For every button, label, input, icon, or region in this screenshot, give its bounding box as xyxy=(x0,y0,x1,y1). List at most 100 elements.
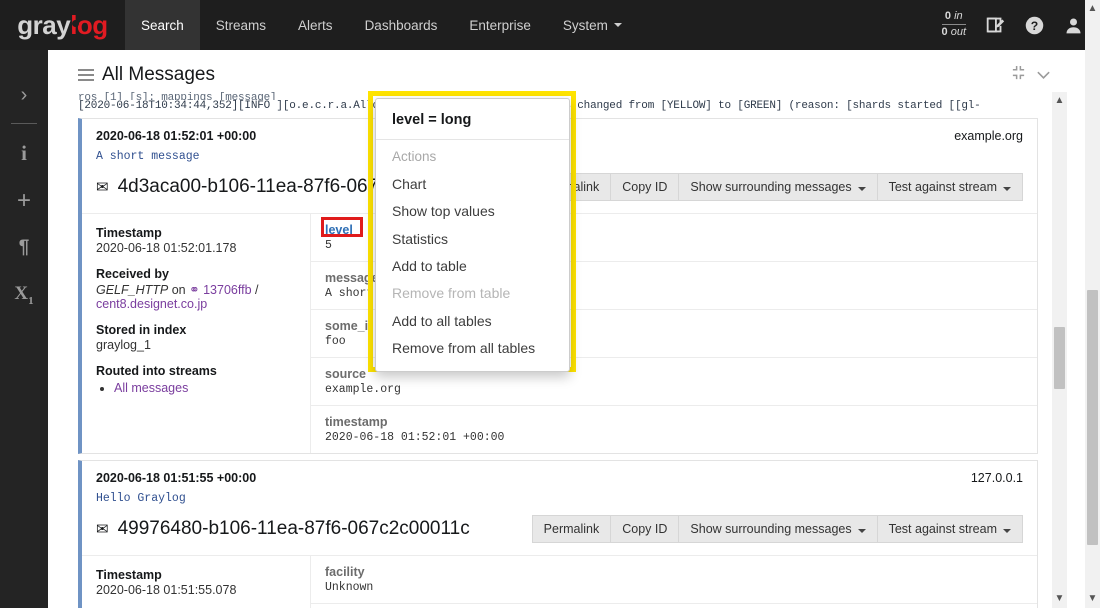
meta-timestamp-label: Timestamp xyxy=(96,226,162,240)
field-actions-menu: level = long Actions Chart Show top valu… xyxy=(375,98,570,372)
scroll-down-arrow-icon[interactable]: ▼ xyxy=(1052,592,1067,606)
menu-item-chart[interactable]: Chart xyxy=(376,171,569,198)
test-against-stream-button[interactable]: Test against stream xyxy=(876,173,1023,201)
navbar-right: 0 in 0 out ? xyxy=(941,0,1100,50)
field-row-facility: facility Unknown xyxy=(311,556,1037,604)
meta-timestamp-value: 2020-06-18 01:52:01.178 xyxy=(96,241,237,255)
show-surrounding-messages-button[interactable]: Show surrounding messages xyxy=(678,515,877,543)
message-short-text: Hello Graylog xyxy=(96,492,186,505)
show-surrounding-messages-button[interactable]: Show surrounding messages xyxy=(678,173,877,201)
meta-received-by-label: Received by xyxy=(96,267,169,281)
nav-item-system[interactable]: System xyxy=(547,0,638,50)
info-icon[interactable]: i xyxy=(0,130,48,177)
expand-sidebar-glyph: › xyxy=(20,84,28,106)
plus-icon[interactable]: + xyxy=(0,177,48,224)
meta-received-by-value: GELF_HTTP on ⚭ 13706ffb / cent8.designet… xyxy=(96,283,259,311)
menu-item-remove-from-all-tables[interactable]: Remove from all tables xyxy=(376,335,569,362)
meta-routed-streams-label: Routed into streams xyxy=(96,364,217,378)
field-name-facility[interactable]: facility xyxy=(325,565,1023,579)
user-icon[interactable] xyxy=(1063,15,1084,36)
message-timestamp: 2020-06-18 01:51:55 +00:00 xyxy=(96,471,257,485)
host-link[interactable]: cent8.designet.co.jp xyxy=(96,297,207,311)
chevron-down-icon xyxy=(857,187,866,191)
message-id-text: 4d3aca00-b106-11ea-87f6-067 xyxy=(117,176,379,197)
meta-timestamp: Timestamp 2020-06-18 01:52:01.178 xyxy=(96,226,296,255)
envelope-icon: ✉ xyxy=(96,521,109,538)
help-icon[interactable]: ? xyxy=(1024,15,1045,36)
scroll-up-arrow-icon[interactable]: ▲ xyxy=(1052,94,1067,108)
menu-item-statistics[interactable]: Statistics xyxy=(376,226,569,253)
on-text: on xyxy=(171,283,186,297)
copy-id-button[interactable]: Copy ID xyxy=(610,173,679,201)
test-against-stream-button[interactable]: Test against stream xyxy=(876,515,1023,543)
message-metadata: Timestamp 2020-06-18 01:51:55.078 Receiv… xyxy=(82,556,310,608)
meta-routed-streams: Routed into streams All messages xyxy=(96,364,296,395)
svg-text:?: ? xyxy=(1031,18,1038,32)
meta-stored-index-label: Stored in index xyxy=(96,323,187,337)
field-name-timestamp[interactable]: timestamp xyxy=(325,415,1023,429)
chevron-down-icon xyxy=(1003,187,1011,191)
message-actions: Permalink Copy ID Show surrounding messa… xyxy=(531,173,1023,201)
compress-icon[interactable] xyxy=(1011,65,1026,85)
test-stream-label: Test against stream xyxy=(888,522,997,536)
nav-item-alerts[interactable]: Alerts xyxy=(282,0,349,50)
nav-item-dashboards[interactable]: Dashboards xyxy=(349,0,454,50)
message-id: ✉ 4d3aca00-b106-11ea-87f6-067 xyxy=(96,176,378,198)
logo-dot-icon xyxy=(72,20,79,27)
meta-received-by: Received by GELF_HTTP on ⚭ 13706ffb / ce… xyxy=(96,267,296,311)
subscript-icon[interactable]: X1 xyxy=(0,271,48,318)
field-value-source: example.org xyxy=(325,383,401,396)
meta-timestamp: Timestamp 2020-06-18 01:51:55.078 xyxy=(96,568,296,597)
inner-scrollbar[interactable]: ▲ ▼ xyxy=(1052,92,1067,608)
page-scroll-down-arrow-icon[interactable]: ▼ xyxy=(1085,592,1100,606)
nav-item-search[interactable]: Search xyxy=(125,0,200,50)
envelope-icon: ✉ xyxy=(96,179,109,196)
meta-timestamp-label: Timestamp xyxy=(96,568,162,582)
left-sidebar: › i + ¶ X1 xyxy=(0,50,48,608)
page-title: All Messages xyxy=(102,64,215,85)
input-name: GELF_HTTP xyxy=(96,283,169,297)
edit-icon[interactable] xyxy=(984,14,1006,36)
subscript-letter: X xyxy=(14,282,29,304)
field-actions-title: level = long xyxy=(376,105,569,140)
stream-link[interactable]: All messages xyxy=(114,381,188,395)
throughput-out: 0 out xyxy=(941,24,966,38)
pilcrow-icon[interactable]: ¶ xyxy=(0,224,48,271)
page-scroll-up-arrow-icon[interactable]: ▲ xyxy=(1085,2,1100,16)
chevron-down-icon xyxy=(613,23,622,27)
expand-sidebar-icon[interactable]: › xyxy=(0,72,48,119)
page-scrollbar[interactable]: ▲ ▼ xyxy=(1085,0,1100,608)
graylog-app: gray log Search Streams Alerts Dashboards… xyxy=(0,0,1100,608)
nav-item-streams[interactable]: Streams xyxy=(200,0,282,50)
message-id-row: ✉ 49976480-b106-11ea-87f6-067c2c00011c P… xyxy=(82,505,1037,555)
meta-timestamp-value: 2020-06-18 01:51:55.078 xyxy=(96,583,237,597)
page-scrollbar-thumb[interactable] xyxy=(1087,290,1098,545)
menu-item-add-to-table[interactable]: Add to table xyxy=(376,253,569,280)
inner-scrollbar-thumb[interactable] xyxy=(1054,327,1065,389)
list-item: All messages xyxy=(114,381,296,395)
nav-item-enterprise[interactable]: Enterprise xyxy=(453,0,547,50)
field-value-timestamp: 2020-06-18 01:52:01 +00:00 xyxy=(325,431,505,444)
permalink-button[interactable]: Permalink xyxy=(531,515,611,543)
message-source: 127.0.0.1 xyxy=(970,471,1023,485)
message-id: ✉ 49976480-b106-11ea-87f6-067c2c00011c xyxy=(96,518,470,540)
menu-item-add-to-all-tables[interactable]: Add to all tables xyxy=(376,308,569,335)
logo-text-gray: gray xyxy=(17,9,71,40)
message-source: example.org xyxy=(954,129,1023,143)
node-link[interactable]: 13706ffb xyxy=(203,283,251,297)
graylog-logo[interactable]: gray log xyxy=(0,0,125,50)
subscript-glyph: X1 xyxy=(14,282,34,307)
message-header: 2020-06-18 01:51:55 +00:00 127.0.0.1 Hel… xyxy=(82,461,1037,505)
plus-glyph: + xyxy=(16,186,31,214)
show-surrounding-label: Show surrounding messages xyxy=(690,522,852,536)
menu-item-show-top-values[interactable]: Show top values xyxy=(376,198,569,225)
menu-icon[interactable] xyxy=(78,66,94,84)
copy-id-button[interactable]: Copy ID xyxy=(610,515,679,543)
message-body: Timestamp 2020-06-18 01:51:55.078 Receiv… xyxy=(82,555,1037,608)
info-glyph: i xyxy=(21,141,27,165)
meta-stored-index: Stored in index graylog_1 xyxy=(96,323,296,352)
field-row-timestamp: timestamp 2020-06-18 01:52:01 +00:00 xyxy=(311,406,1037,453)
message-id-text: 49976480-b106-11ea-87f6-067c2c00011c xyxy=(117,518,470,539)
show-surrounding-label: Show surrounding messages xyxy=(690,180,852,194)
chevron-down-icon[interactable] xyxy=(1036,68,1051,83)
